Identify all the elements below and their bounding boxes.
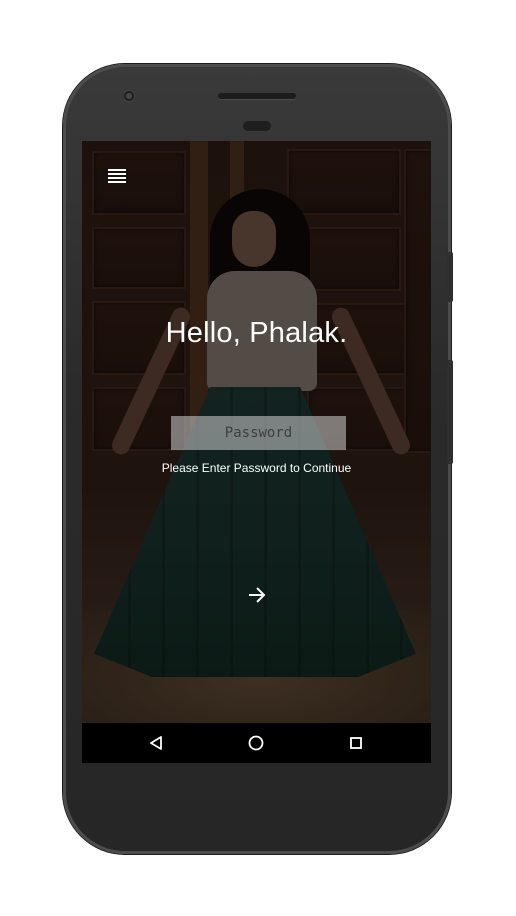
earpiece-speaker <box>218 93 296 99</box>
arrow-right-icon[interactable] <box>243 581 271 609</box>
phone-power-button <box>447 252 453 302</box>
app-screen: Hello, Phalak. Please Enter Password to … <box>82 141 431 763</box>
phone-volume-button <box>447 360 453 464</box>
system-navigation-bar <box>82 723 431 763</box>
greeting-title: Hello, Phalak. <box>165 317 348 349</box>
nav-back-icon[interactable] <box>146 733 166 753</box>
proximity-sensor <box>243 121 271 131</box>
nav-home-icon[interactable] <box>246 733 266 753</box>
password-input[interactable] <box>171 416 346 450</box>
front-camera <box>122 89 136 103</box>
password-hint: Please Enter Password to Continue <box>161 461 352 475</box>
hamburger-menu-icon[interactable] <box>106 166 130 186</box>
nav-recent-apps-icon[interactable] <box>346 733 366 753</box>
